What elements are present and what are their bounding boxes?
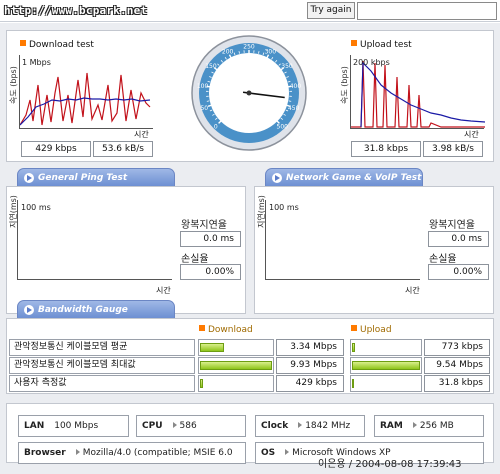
upload-y-label: 속도 (bps) bbox=[340, 66, 349, 104]
gauge-label: 300 bbox=[265, 49, 277, 56]
cpu-info: CPU 586 bbox=[136, 415, 246, 437]
upload-bar-cell bbox=[350, 375, 422, 392]
clock-info: Clock 1842 MHz bbox=[255, 415, 365, 437]
download-bar-cell bbox=[198, 339, 274, 356]
upload-scale: 200 kbps bbox=[353, 58, 390, 67]
gauge-label: 450 bbox=[288, 105, 300, 112]
upload-bar-value: 31.8 kbps bbox=[424, 375, 490, 392]
ping-right-rtt-value: 0.0 ms bbox=[428, 231, 489, 247]
gauge-label: 50 bbox=[200, 105, 208, 112]
gauge-hub bbox=[246, 90, 252, 96]
tab-network-game-voip-test[interactable]: Network Game & VoIP Test bbox=[265, 168, 423, 186]
pointer-icon bbox=[412, 422, 417, 428]
ping-left-graph bbox=[17, 200, 172, 280]
upload-bar-value: 9.54 Mbps bbox=[424, 357, 490, 374]
tab-general-ping-test[interactable]: General Ping Test bbox=[17, 168, 175, 186]
pointer-icon bbox=[172, 422, 177, 428]
upload-bar-cell bbox=[350, 357, 422, 374]
download-bar-fill bbox=[200, 343, 224, 352]
gauge-label: 200 bbox=[222, 49, 234, 56]
gauge-label: 350 bbox=[281, 63, 293, 70]
upload-bar-fill bbox=[352, 379, 354, 388]
ping-right-rtt-label: 왕복지연율 bbox=[429, 220, 475, 231]
arrow-icon bbox=[24, 173, 34, 183]
pointer-icon bbox=[75, 449, 80, 455]
pointer-icon bbox=[298, 422, 303, 428]
download-kbps: 429 kbps bbox=[21, 141, 91, 157]
bandwidth-row-label: 사용자 측정값 bbox=[9, 375, 195, 392]
upload-bar-cell bbox=[350, 339, 422, 356]
gauge-label: 100 bbox=[197, 83, 209, 90]
tab-bandwidth-gauge[interactable]: Bandwidth Gauge bbox=[17, 300, 175, 318]
ping-left-rtt-value: 0.0 ms bbox=[180, 231, 241, 247]
ping-right-loss-label: 손실율 bbox=[429, 254, 457, 265]
bandwidth-row-label: 관악정보통신 케이블모뎀 최대값 bbox=[9, 357, 195, 374]
orange-square-icon bbox=[20, 40, 26, 46]
upload-x-label: 시간 bbox=[464, 130, 479, 139]
ping-left-loss-value: 0.00% bbox=[180, 264, 241, 280]
ping-right-x-label: 시간 bbox=[405, 286, 420, 295]
gauge-label: 250 bbox=[243, 44, 255, 51]
download-bar-value: 429 kbps bbox=[276, 375, 344, 392]
ping-right-scale: 100 ms bbox=[269, 203, 299, 212]
download-header: Download bbox=[199, 325, 253, 335]
address-input[interactable] bbox=[357, 2, 497, 20]
ping-right-loss-value: 0.00% bbox=[428, 264, 489, 280]
download-x-label: 시간 bbox=[134, 130, 149, 139]
speed-gauge: 0 50 100 150 200 250 300 350 400 450 500 bbox=[189, 33, 309, 153]
download-bar-fill bbox=[200, 361, 272, 370]
gauge-tick bbox=[258, 51, 260, 54]
ping-left-x-label: 시간 bbox=[156, 286, 171, 295]
download-kBs: 53.6 kB/s bbox=[93, 141, 153, 157]
gauge-svg: 0 50 100 150 200 250 300 350 400 450 500 bbox=[191, 35, 307, 151]
arrow-icon bbox=[24, 305, 34, 315]
upload-kBs: 3.98 kB/s bbox=[423, 141, 483, 157]
capture-stamp: 이은용 / 2004-08-08 17:39:43 bbox=[318, 459, 462, 470]
ping-left-rtt-label: 왕복지연율 bbox=[181, 220, 227, 231]
bandwidth-row-label: 관악정보통신 케이블모뎀 평균 bbox=[9, 339, 195, 356]
ram-info: RAM 256 MB bbox=[374, 415, 484, 437]
download-bar-cell bbox=[198, 375, 274, 392]
arrow-icon bbox=[272, 173, 282, 183]
gauge-tick bbox=[238, 51, 240, 54]
upload-bar-fill bbox=[352, 343, 355, 352]
download-bar-value: 9.93 Mbps bbox=[276, 357, 344, 374]
download-title: Download test bbox=[20, 40, 94, 50]
upload-title: Upload test bbox=[351, 40, 412, 50]
download-bar-fill bbox=[200, 379, 203, 388]
gauge-label: 400 bbox=[290, 83, 302, 90]
download-bar-value: 3.34 Mbps bbox=[276, 339, 344, 356]
upload-header: Upload bbox=[351, 325, 392, 335]
lan-info: LAN 100 Mbps bbox=[18, 415, 129, 437]
ping-left-scale: 100 ms bbox=[21, 203, 51, 212]
upload-bar-fill bbox=[352, 361, 420, 370]
upload-bar-value: 773 kbps bbox=[424, 339, 490, 356]
gauge-label: 150 bbox=[205, 63, 217, 70]
gauge-label: 0 bbox=[214, 124, 218, 131]
orange-square-icon bbox=[351, 325, 357, 331]
pointer-icon bbox=[285, 449, 290, 455]
download-scale: 1 Mbps bbox=[22, 58, 51, 67]
orange-square-icon bbox=[199, 325, 205, 331]
site-url: http://www.bcpark.net bbox=[4, 4, 148, 17]
download-y-label: 속도 (bps) bbox=[9, 66, 18, 104]
upload-average-line bbox=[360, 61, 486, 128]
orange-square-icon bbox=[351, 40, 357, 46]
upload-kbps: 31.8 kbps bbox=[351, 141, 421, 157]
download-bar-cell bbox=[198, 357, 274, 374]
browser-info: Browser Mozilla/4.0 (compatible; MSIE 6.0 bbox=[18, 442, 246, 464]
ping-right-graph bbox=[265, 200, 420, 280]
ping-left-loss-label: 손실율 bbox=[181, 254, 209, 265]
try-again-button[interactable]: Try again bbox=[307, 2, 355, 19]
gauge-label: 500 bbox=[277, 124, 289, 131]
